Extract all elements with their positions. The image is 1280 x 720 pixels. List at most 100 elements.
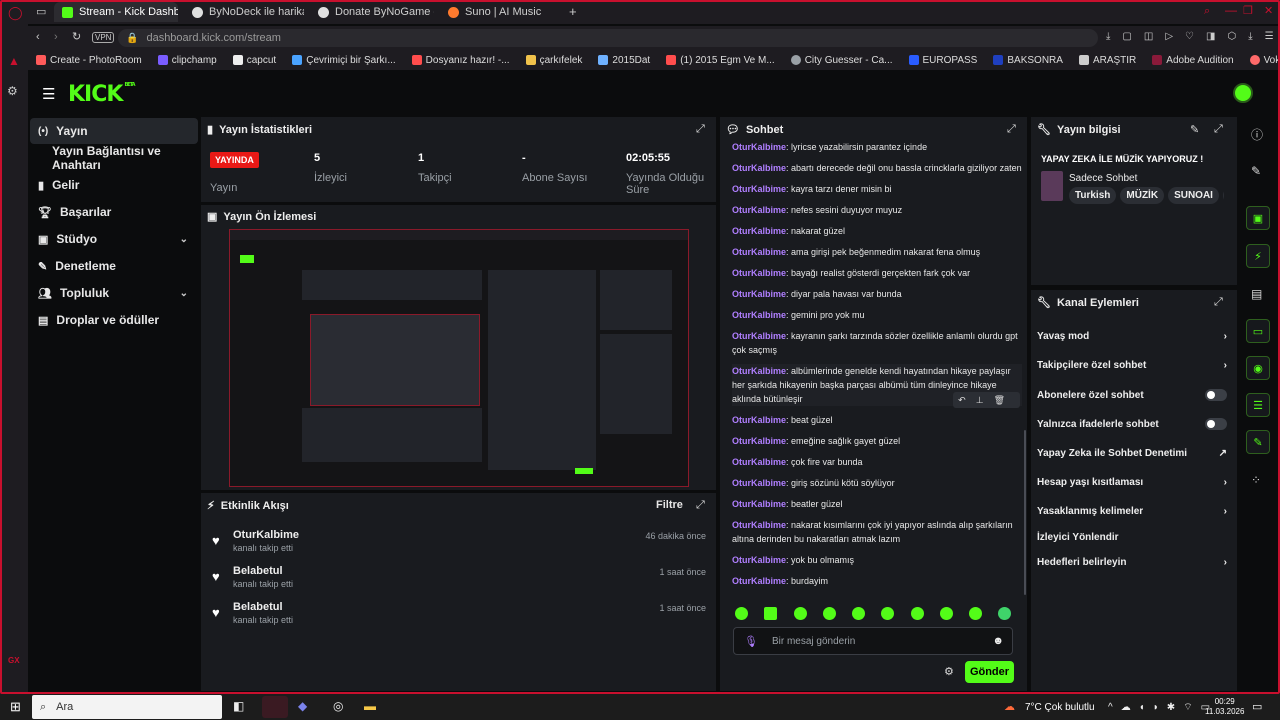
chat-username[interactable]: OturKalbime bbox=[732, 520, 786, 530]
obs-icon[interactable]: ◎ bbox=[333, 699, 343, 713]
tab-suno[interactable]: Suno | AI Music bbox=[440, 2, 560, 22]
chat-username[interactable]: OturKalbime bbox=[732, 226, 786, 236]
action-ai-moderation[interactable]: Yapay Zeka ile Sohbet Denetimi ↗ bbox=[1037, 448, 1227, 459]
chat-username[interactable]: OturKalbime bbox=[732, 205, 786, 215]
nav-item-droplar[interactable]: ▤ Droplar ve ödüller bbox=[30, 307, 198, 333]
download-icon[interactable]: ⤓ bbox=[1248, 31, 1252, 42]
bookmark-item[interactable]: Adobe Audition bbox=[1152, 55, 1234, 66]
emote-icon[interactable] bbox=[911, 607, 924, 620]
tag-chip[interactable]: Turkish bbox=[1069, 187, 1117, 204]
nav-item-topluluk[interactable]: 👥︎ Topluluk ⌄ bbox=[30, 280, 198, 306]
screenshot-icon[interactable]: ▢ bbox=[1122, 31, 1131, 42]
stream-preview-video[interactable] bbox=[229, 229, 689, 487]
activity-user[interactable]: Belabetul bbox=[233, 565, 283, 577]
broadcast-icon[interactable]: ◉ bbox=[1246, 356, 1270, 380]
bookmark-item[interactable]: Çevrimiçi bir Şarkı... bbox=[292, 55, 396, 66]
bookmark-item[interactable]: çarkıfelek bbox=[525, 55, 582, 66]
wifi-icon[interactable]: ⌔ bbox=[1183, 701, 1192, 714]
nav-item-stream-key[interactable]: Yayın Bağlantısı ve Anahtarı bbox=[30, 144, 198, 172]
chat-username[interactable]: OturKalbime bbox=[732, 555, 786, 565]
chat-username[interactable]: OturKalbime bbox=[732, 142, 786, 152]
opera-logo-icon[interactable]: ◯ bbox=[8, 5, 23, 21]
search-tabs-icon[interactable]: ⌕ bbox=[1204, 5, 1210, 18]
expand-icon[interactable]: ⤢ bbox=[696, 123, 705, 136]
chat-username[interactable]: OturKalbime bbox=[732, 184, 786, 194]
emote-icon[interactable] bbox=[794, 607, 807, 620]
bookmark-item[interactable]: capcut bbox=[232, 55, 276, 66]
nav-item-yayin[interactable]: (•) Yayın bbox=[30, 118, 198, 144]
file-explorer-icon[interactable]: ▬ bbox=[364, 699, 376, 713]
chat-username[interactable]: OturKalbime bbox=[732, 247, 786, 257]
microphone-icon[interactable]: 🎙︎ bbox=[744, 635, 758, 648]
notifications-icon[interactable]: ▭ bbox=[1252, 700, 1262, 713]
emote-icon[interactable] bbox=[823, 607, 836, 620]
hamburger-menu-icon[interactable]: ☰ bbox=[42, 85, 55, 103]
send-button[interactable]: Gönder bbox=[965, 661, 1014, 683]
chat-username[interactable]: OturKalbime bbox=[732, 457, 786, 467]
bookmark-item[interactable]: ARAŞTIR bbox=[1078, 55, 1136, 66]
delete-icon[interactable]: 🗑︎ bbox=[994, 395, 1015, 405]
heart-icon[interactable]: ♡ bbox=[1185, 31, 1194, 42]
chat-username[interactable]: OturKalbime bbox=[732, 415, 786, 425]
bookmark-item[interactable]: Dosyanız hazır! -... bbox=[411, 55, 510, 66]
emote-icon[interactable] bbox=[998, 607, 1011, 620]
layout-icon[interactable]: ☰ bbox=[1246, 393, 1270, 417]
taskbar-search[interactable]: ⌕ Ara bbox=[32, 695, 222, 719]
windows-start-icon[interactable]: ⊞ bbox=[10, 699, 21, 715]
expand-icon[interactable]: ⤢ bbox=[696, 499, 705, 512]
pin-icon[interactable]: ⊥ bbox=[976, 395, 994, 405]
opera-gx-icon[interactable]: ▲ bbox=[8, 54, 20, 68]
chat-username[interactable]: OturKalbime bbox=[732, 366, 786, 376]
emote-icon[interactable] bbox=[764, 607, 777, 620]
lightning-icon[interactable]: ⚡︎ bbox=[1246, 244, 1270, 268]
action-redirect-viewers[interactable]: İzleyici Yönlendir bbox=[1037, 532, 1227, 543]
chat-username[interactable]: OturKalbime bbox=[732, 478, 786, 488]
expand-icon[interactable]: ⤢ bbox=[1214, 123, 1223, 136]
url-field[interactable]: 🔒 dashboard.kick.com/stream bbox=[118, 29, 1098, 47]
emoji-icon[interactable]: ☻ bbox=[992, 635, 1004, 647]
activity-user[interactable]: OturKalbime bbox=[233, 529, 299, 541]
cloud-icon[interactable]: ☁ bbox=[1121, 702, 1131, 713]
bookmark-item[interactable]: Vokal güçlendirici bbox=[1249, 55, 1280, 66]
wallet-icon[interactable]: ◨ bbox=[1206, 31, 1215, 42]
more-icon[interactable]: ⁘ bbox=[1251, 473, 1261, 487]
tray-chevron-icon[interactable]: ^ bbox=[1108, 702, 1113, 713]
bluetooth-icon[interactable]: ✱ bbox=[1167, 702, 1175, 713]
action-set-goals[interactable]: Hedefleri belirleyin › bbox=[1037, 557, 1227, 568]
clip-icon[interactable]: ▣ bbox=[1246, 206, 1270, 230]
nav-item-denetleme[interactable]: ✎ Denetleme bbox=[30, 253, 198, 279]
emote-icon[interactable] bbox=[969, 607, 982, 620]
chat-username[interactable]: OturKalbime bbox=[732, 289, 786, 299]
minimize-icon[interactable]: — bbox=[1225, 3, 1237, 17]
nav-item-gelir[interactable]: ▮ Gelir bbox=[30, 172, 198, 198]
nav-item-studyo[interactable]: ▣ Stüdyo ⌄ bbox=[30, 226, 198, 252]
subscribers-only-toggle[interactable] bbox=[1205, 389, 1227, 401]
tab-kick-dashboard[interactable]: Stream - Kick Dashboard ✕ bbox=[54, 2, 178, 22]
clock[interactable]: 00:29 11.03.2026 bbox=[1205, 697, 1244, 717]
bookmark-item[interactable]: EUROPASS bbox=[908, 55, 977, 66]
emote-icon[interactable] bbox=[940, 607, 953, 620]
bookmark-item[interactable]: (1) 2015 Egm Ve M... bbox=[666, 55, 775, 66]
reload-icon[interactable]: ↻ bbox=[72, 30, 81, 43]
expand-icon[interactable]: ⤢ bbox=[1214, 296, 1223, 309]
emote-icon[interactable] bbox=[881, 607, 894, 620]
emotes-only-toggle[interactable] bbox=[1205, 418, 1227, 430]
action-account-age[interactable]: Hesap yaşı kısıtlaması › bbox=[1037, 477, 1227, 488]
tab-menu-icon[interactable]: ▭ bbox=[36, 5, 46, 18]
chat-username[interactable]: OturKalbime bbox=[732, 163, 786, 173]
forward-icon[interactable]: › bbox=[54, 31, 58, 43]
reply-icon[interactable]: ↶ bbox=[958, 395, 976, 405]
emote-icon[interactable] bbox=[852, 607, 865, 620]
document-icon[interactable]: ▤ bbox=[1251, 287, 1262, 301]
camera-icon[interactable]: ◫ bbox=[1144, 31, 1153, 42]
tag-chip[interactable]: SUNOAI bbox=[1168, 187, 1219, 204]
chat-username[interactable]: OturKalbime bbox=[732, 436, 786, 446]
action-banned-words[interactable]: Yasaklanmış kelimeler › bbox=[1037, 506, 1227, 517]
chat-username[interactable]: OturKalbime bbox=[732, 310, 786, 320]
category-thumbnail[interactable] bbox=[1041, 171, 1063, 201]
bookmark-item[interactable]: City Guesser - Ca... bbox=[790, 55, 893, 66]
chat-username[interactable]: OturKalbime bbox=[732, 499, 786, 509]
teams-icon[interactable]: ◆ bbox=[298, 699, 307, 713]
category-name[interactable]: Sadece Sohbet bbox=[1069, 173, 1137, 184]
play-icon[interactable]: ▷ bbox=[1165, 31, 1173, 42]
